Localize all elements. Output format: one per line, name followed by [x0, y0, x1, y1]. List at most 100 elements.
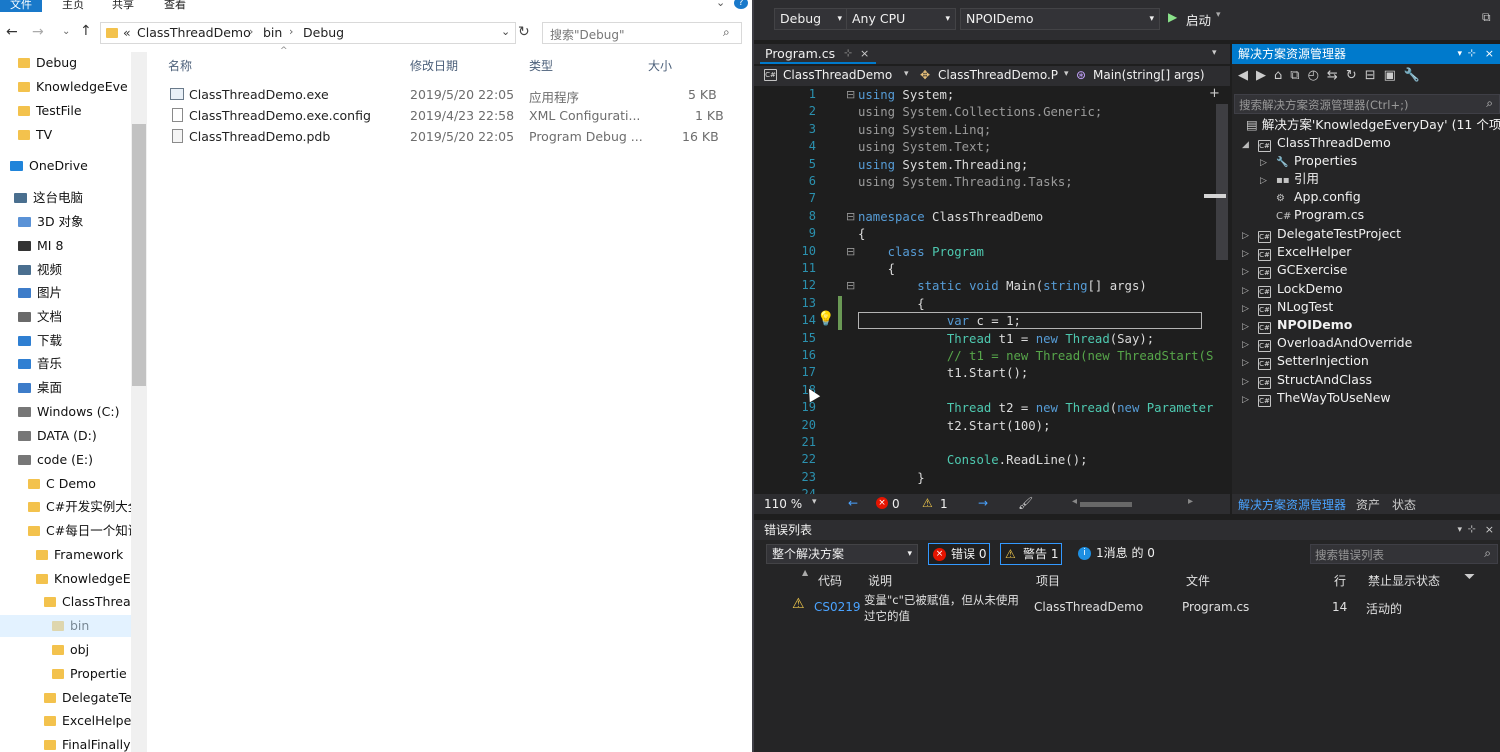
history-icon[interactable]: ◴	[1308, 68, 1327, 83]
error-count[interactable]: 0	[892, 497, 900, 511]
code-line[interactable]: Thread t1 = new Thread(Say);	[858, 331, 1154, 348]
tree-item[interactable]: 桌面	[18, 378, 131, 398]
errors-filter-button[interactable]: × 错误 0	[928, 543, 990, 565]
code-line[interactable]: static void Main(string[] args)	[858, 278, 1147, 295]
config-dropdown[interactable]: Debug ▾	[774, 8, 848, 30]
close-icon[interactable]: ×	[1485, 44, 1494, 64]
split-icon[interactable]: +	[1209, 86, 1220, 101]
error-search-input[interactable]: 搜索错误列表	[1315, 547, 1384, 563]
pin-icon[interactable]: ⊹	[1468, 520, 1476, 540]
breadcrumb-separator-icon[interactable]: ›	[289, 25, 293, 38]
tree-item[interactable]: Windows (C:)	[18, 402, 131, 422]
chevron-down-icon[interactable]: ▾	[904, 69, 909, 79]
search-input[interactable]: 搜索"Debug"	[550, 26, 625, 43]
project-node[interactable]: ▷ C# SetterInjection	[1242, 352, 1369, 371]
project-child-node[interactable]: ▷ 🔧 Properties	[1260, 152, 1357, 170]
tree-item[interactable]: KnowledgeE	[36, 569, 131, 589]
file-row[interactable]: ClassThreadDemo.exe.config 2019/4/23 22:…	[168, 106, 728, 126]
solution-node[interactable]: ▤ 解决方案'KnowledgeEveryDay' (11 个项目)	[1246, 116, 1500, 134]
scrollbar-thumb[interactable]	[1216, 104, 1228, 260]
warning-count[interactable]: 1	[940, 497, 948, 511]
project-node[interactable]: ◢ C# ClassThreadDemo	[1242, 134, 1391, 152]
warnings-filter-button[interactable]: ⚠ 警告 1	[1000, 543, 1062, 565]
start-button[interactable]: 启动	[1186, 10, 1211, 29]
chevron-down-icon[interactable]: ▾	[1216, 10, 1221, 20]
code-line[interactable]: t2.Start(100);	[858, 418, 1051, 435]
tree-item[interactable]: ExcelHelpe	[44, 711, 131, 731]
up-icon[interactable]: ↑	[80, 23, 92, 39]
tree-item[interactable]: TestFile	[18, 101, 131, 121]
tree-item[interactable]: Propertie	[52, 664, 131, 684]
startup-project-dropdown[interactable]: NPOIDemo ▾	[960, 8, 1160, 30]
scroll-left-icon[interactable]: ◂	[1072, 496, 1077, 507]
search-icon[interactable]: ⌕	[723, 25, 730, 40]
project-child-node[interactable]: C# Program.cs	[1260, 206, 1364, 224]
code-line[interactable]: using System.Text;	[858, 139, 991, 156]
breadcrumb-separator-icon[interactable]: ›	[249, 25, 253, 38]
close-icon[interactable]: ×	[860, 44, 869, 64]
tree-item[interactable]: FinalFinally	[44, 735, 131, 752]
forward-icon[interactable]: ▶	[1256, 68, 1274, 83]
tree-item[interactable]: 下载	[18, 331, 131, 351]
chevron-down-icon[interactable]: ▾	[1064, 69, 1069, 79]
project-child-node[interactable]: ⚙ App.config	[1260, 188, 1361, 206]
project-node[interactable]: ▷ C# ExcelHelper	[1242, 243, 1351, 262]
scope-dropdown[interactable]: 整个解决方案 ▾	[766, 544, 918, 564]
nav-project[interactable]: ClassThreadDemo	[783, 68, 903, 82]
back-icon[interactable]: ←	[848, 496, 858, 510]
address-dropdown-icon[interactable]: ⌄	[501, 25, 510, 38]
ribbon-tab-home[interactable]: 主页	[62, 0, 84, 12]
zoom-level[interactable]: 110 %	[764, 497, 802, 511]
start-icon[interactable]: ▶	[1168, 10, 1177, 24]
project-node[interactable]: ▷ C# DelegateTestProject	[1242, 225, 1401, 243]
tab-overflow-icon[interactable]: ▾	[1212, 48, 1217, 58]
tab-status[interactable]: 状态	[1392, 496, 1416, 513]
solution-search-input[interactable]: 搜索解决方案资源管理器(Ctrl+;)	[1239, 97, 1408, 113]
tree-item[interactable]: 3D 对象	[18, 212, 131, 232]
search-icon[interactable]: ⌕	[1486, 96, 1493, 111]
ribbon-tab-view[interactable]: 查看	[164, 0, 186, 12]
code-line[interactable]: }	[858, 470, 924, 487]
refresh-icon[interactable]: ↻	[518, 24, 530, 40]
switch-views-icon[interactable]: ⧉	[1290, 68, 1307, 83]
address-bar[interactable]: « ClassThreadDemo › bin › Debug ⌄	[100, 22, 516, 44]
search-icon[interactable]: ⌕	[1484, 546, 1491, 561]
tree-item[interactable]: code (E:)	[18, 450, 131, 470]
pin-icon[interactable]: ⊹	[844, 44, 852, 64]
recent-chevron-icon[interactable]: ⌄	[62, 26, 70, 37]
refresh-icon[interactable]: ↻	[1346, 68, 1365, 83]
sync-icon[interactable]: ⇆	[1327, 68, 1346, 83]
breadcrumb-bin[interactable]: bin	[263, 25, 282, 40]
column-type[interactable]: 类型	[529, 57, 553, 74]
project-child-node[interactable]: ▷ ▪▪ 引用	[1260, 170, 1319, 188]
tab-solution-explorer[interactable]: 解决方案资源管理器	[1238, 496, 1346, 513]
collapse-icon[interactable]: ⊟	[1365, 68, 1384, 83]
tree-item[interactable]: Debug	[18, 53, 131, 73]
breadcrumb-classthreaddemo[interactable]: ClassThreadDemo	[137, 25, 251, 40]
code-line[interactable]: using System.Linq;	[858, 122, 991, 139]
forward-icon[interactable]: →	[978, 496, 988, 510]
project-node[interactable]: ▷ C# TheWayToUseNew	[1242, 389, 1391, 407]
pin-icon[interactable]: ⊹	[1468, 44, 1476, 64]
live-share-icon[interactable]: ⧉	[1482, 10, 1491, 25]
code-line[interactable]: Thread t2 = new Thread(new Parameteri	[858, 400, 1214, 417]
expand-arrow-icon[interactable]: ◢	[1242, 136, 1250, 154]
tree-item[interactable]: C#每日一个知识	[28, 521, 131, 541]
platform-dropdown[interactable]: Any CPU ▾	[846, 8, 956, 30]
code-line[interactable]: namespace ClassThreadDemo	[858, 209, 1043, 226]
tree-item[interactable]: obj	[52, 640, 131, 660]
error-code-link[interactable]: CS0219	[814, 600, 861, 614]
error-search-box[interactable]: 搜索错误列表 ⌕	[1310, 544, 1498, 564]
scrollbar-thumb[interactable]	[132, 124, 146, 386]
error-row[interactable]: ⚠ CS0219 变量"c"已被赋值，但从未使用 过它的值 ClassThrea…	[790, 590, 1500, 626]
column-date[interactable]: 修改日期	[410, 57, 458, 74]
code-line[interactable]: using System.Collections.Generic;	[858, 104, 1102, 121]
tab-program-cs[interactable]: Program.cs ⊹ ×	[760, 44, 876, 64]
chevron-down-icon[interactable]: ▾	[812, 497, 817, 507]
fold-icon[interactable]: ⊟	[846, 245, 855, 258]
horizontal-scroll-thumb[interactable]	[1080, 502, 1132, 507]
tab-assets[interactable]: 资产	[1356, 496, 1380, 513]
nav-member[interactable]: Main(string[] args)	[1093, 68, 1223, 82]
lightbulb-icon[interactable]: 💡	[817, 311, 834, 327]
breadcrumb-overflow[interactable]: «	[123, 25, 131, 40]
